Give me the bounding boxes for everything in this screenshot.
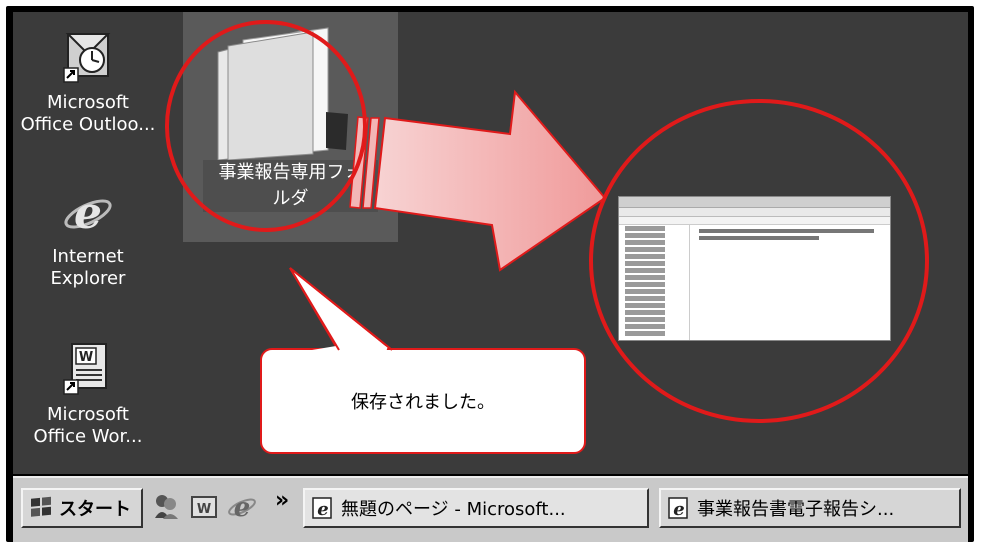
taskbar-window-button[interactable]: e 無題のページ - Microsoft...	[303, 488, 649, 528]
taskbar-window-label: 事業報告書電子報告シ...	[697, 499, 895, 520]
windows-flag-icon	[31, 496, 51, 517]
ie-page-icon: e	[668, 497, 688, 520]
ie-page-icon: e	[312, 497, 332, 520]
svg-text:e: e	[317, 499, 328, 520]
svg-text:W: W	[197, 502, 211, 517]
start-button[interactable]: スタート	[21, 488, 143, 528]
taskbar-window-button[interactable]: e 事業報告書電子報告シ...	[659, 488, 961, 528]
taskbar: スタート W e » e 無題のページ - Microsoft... e 事業報…	[13, 476, 968, 542]
callout-tail-mask	[289, 267, 393, 352]
quicklaunch-overflow-chevron[interactable]: »	[275, 488, 289, 513]
start-label: スタート	[59, 499, 131, 520]
quicklaunch-ie-icon[interactable]: e	[227, 492, 257, 522]
svg-text:e: e	[234, 493, 251, 522]
quicklaunch-outlook-icon[interactable]: W	[189, 492, 219, 522]
taskbar-window-label: 無題のページ - Microsoft...	[341, 499, 566, 520]
svg-text:e: e	[673, 499, 684, 520]
quicklaunch-messenger-icon[interactable]	[151, 492, 181, 522]
